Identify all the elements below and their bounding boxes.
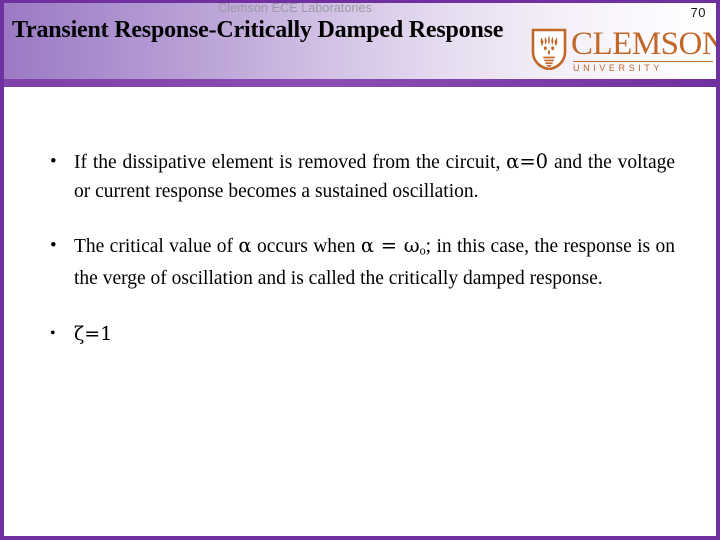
- clemson-university-logo: CLEMSON UNIVERSITY: [531, 27, 720, 73]
- frame-top-border: [0, 0, 720, 3]
- bullet-marker-icon: •: [50, 235, 57, 256]
- frame-bottom-border: [0, 536, 720, 540]
- bullet-marker-icon: •: [50, 324, 56, 342]
- page-number: 70: [690, 5, 706, 20]
- frame-left-border: [0, 0, 4, 540]
- bullet-text: If the dissipative element is removed fr…: [74, 148, 675, 206]
- bullet-item: • If the dissipative element is removed …: [47, 148, 675, 206]
- page-title: Transient Response-Critically Damped Res…: [12, 17, 504, 43]
- clemson-university-subtext: UNIVERSITY: [573, 61, 713, 73]
- alpha-equals-omega-symbol: α = ω: [360, 234, 420, 257]
- alpha-equals-zero-symbol: α=0: [506, 150, 549, 173]
- slide-body: • If the dissipative element is removed …: [4, 87, 716, 536]
- bullet-text-segment: If the dissipative element is removed fr…: [74, 152, 507, 173]
- bullet-text-segment: The critical value of: [74, 236, 239, 257]
- zeta-equals-one-symbol: ζ=1: [74, 322, 113, 345]
- bullet-marker-icon: •: [50, 151, 57, 172]
- clemson-wordmark: CLEMSON: [571, 26, 720, 62]
- bullet-text-segment: occurs when: [251, 236, 361, 257]
- bullet-item: • The critical value of α occurs when α …: [47, 232, 675, 294]
- header-divider-rule: [0, 79, 720, 87]
- frame-right-border: [716, 0, 720, 540]
- header-eyebrow-text: Clemson ECE Laboratories: [218, 1, 372, 15]
- bullet-text: The critical value of α occurs when α = …: [74, 232, 675, 294]
- bullet-list: • If the dissipative element is removed …: [47, 148, 675, 349]
- bullet-item: • ζ=1: [47, 320, 675, 350]
- slide-header: Clemson ECE Laboratories Transient Respo…: [0, 0, 720, 79]
- alpha-symbol: α: [238, 234, 252, 257]
- clemson-tiger-shield-icon: [531, 28, 567, 71]
- slide: Clemson ECE Laboratories Transient Respo…: [0, 0, 720, 540]
- bullet-text: ζ=1: [74, 320, 675, 350]
